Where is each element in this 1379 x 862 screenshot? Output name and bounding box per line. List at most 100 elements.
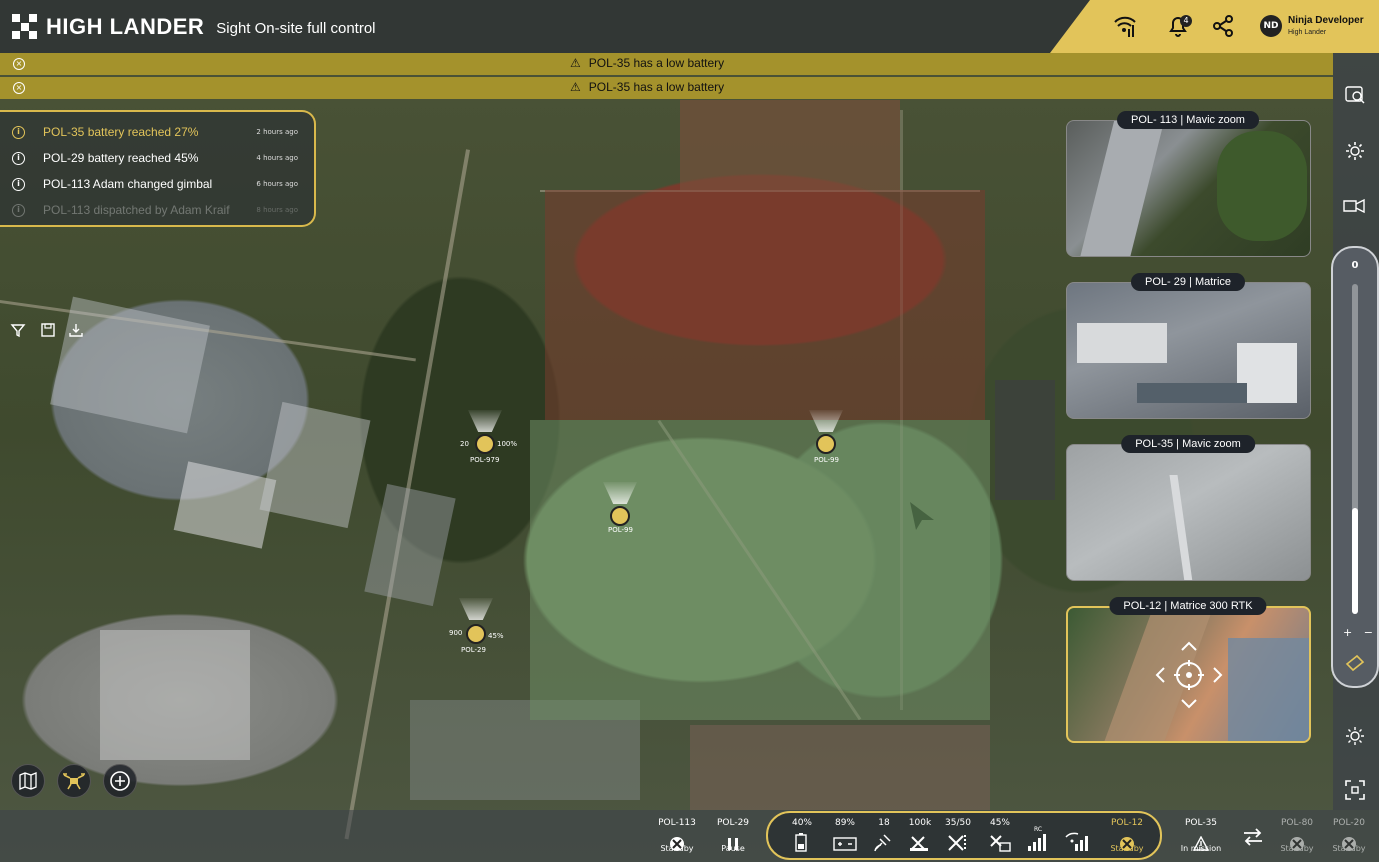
drone-label: POL-29 <box>461 646 486 654</box>
fullscreen-icon[interactable] <box>1345 780 1365 800</box>
drone-left-value: 20 <box>460 440 469 448</box>
storage-icon <box>990 835 1011 852</box>
notification-text: POL-113 dispatched by Adam Kraif <box>43 203 230 217</box>
ratio-stat: 35/50 <box>940 818 976 851</box>
notification-time: 2 hours ago <box>256 128 298 136</box>
video-feed-active[interactable] <box>1066 606 1311 743</box>
notification-text: POL-113 Adam changed gimbal <box>43 177 213 191</box>
drone-standby-icon <box>1120 837 1134 851</box>
grid-icon <box>948 835 966 851</box>
wifi-signal-icon <box>1065 832 1088 851</box>
drone-id: POL-20 <box>1332 818 1366 828</box>
notification-time: 8 hours ago <box>256 206 298 214</box>
drone-standby-icon <box>670 837 684 851</box>
settings-gear-icon[interactable] <box>1344 140 1366 162</box>
close-icon[interactable]: × <box>13 58 25 70</box>
notification-item[interactable]: i POL-113 Adam changed gimbal 6 hours ag… <box>12 174 302 194</box>
drone-label: POL-99 <box>608 526 633 534</box>
camera-icon[interactable] <box>1342 196 1366 216</box>
brand[interactable]: HIGH LANDER Sight On-site full control <box>12 14 376 40</box>
drone-id: POL-29 <box>716 818 750 828</box>
info-icon: i <box>12 203 25 217</box>
info-icon: i <box>12 177 25 191</box>
zoom-in-button[interactable]: + <box>1343 626 1352 639</box>
brand-name: HIGH LANDER <box>46 14 205 39</box>
zoom-slider-panel[interactable]: 0 + − <box>1331 246 1379 688</box>
drone-status-item[interactable]: POL-35 In mission <box>1176 818 1226 853</box>
zoom-slider-fill <box>1352 508 1358 614</box>
battery-stat: 40% <box>784 818 820 852</box>
add-button[interactable] <box>103 764 137 798</box>
plus-circle-icon <box>110 771 130 791</box>
info-icon: i <box>12 125 25 139</box>
drone-id: POL-80 <box>1280 818 1314 828</box>
notification-count-badge: 4 <box>1180 15 1192 27</box>
alert-message: POL-35 has a low battery <box>588 56 725 70</box>
notification-item[interactable]: i POL-29 battery reached 45% 4 hours ago <box>12 148 302 168</box>
video-feed[interactable] <box>1066 120 1311 257</box>
warning-icon: ⚠ <box>570 56 581 70</box>
drone-left-value: 900 <box>449 629 463 637</box>
remote-battery-icon <box>833 837 857 851</box>
satellite-icon <box>874 834 891 852</box>
warning-icon <box>1193 836 1209 851</box>
share-icon[interactable] <box>1210 13 1236 39</box>
notification-time: 6 hours ago <box>256 180 298 188</box>
feed-label: POL- 113 | Mavic zoom <box>1117 111 1259 129</box>
avatar[interactable]: ND <box>1260 15 1282 37</box>
brand-subtitle: Sight On-site full control <box>216 20 376 37</box>
drone-right-value: 45% <box>488 632 504 640</box>
notification-panel[interactable]: i POL-35 battery reached 27% 2 hours ago… <box>0 110 316 227</box>
map-icon <box>19 772 37 790</box>
rc-signal-stat: RC <box>1020 826 1056 851</box>
close-icon[interactable]: × <box>13 82 25 94</box>
warning-icon: ⚠ <box>570 80 581 94</box>
zoom-slider-track[interactable] <box>1352 284 1358 614</box>
map-layers-button[interactable] <box>11 764 45 798</box>
notification-item[interactable]: i POL-35 battery reached 27% 2 hours ago <box>12 122 302 142</box>
drones-button[interactable] <box>57 764 91 798</box>
save-icon[interactable] <box>40 322 56 338</box>
user-name[interactable]: Ninja Developer <box>1288 15 1364 26</box>
brand-logo-icon <box>12 14 38 40</box>
alert-message: POL-35 has a low battery <box>588 80 725 94</box>
zoom-value: 0 <box>1351 260 1359 271</box>
notification-time: 4 hours ago <box>256 154 298 162</box>
drone-status-item[interactable]: POL-29 Pause <box>708 818 758 853</box>
drone-id: POL-113 <box>658 818 696 828</box>
alert-banner: × ⚠ POL-35 has a low battery <box>0 77 1333 99</box>
zoom-out-button[interactable]: − <box>1364 626 1373 639</box>
rc-signal-icon <box>1028 834 1046 851</box>
notification-item[interactable]: i POL-113 dispatched by Adam Kraif 8 hou… <box>12 200 302 220</box>
drone-status-item[interactable]: POL-20 Standby <box>1324 818 1374 853</box>
drone-standby-icon <box>1342 837 1356 851</box>
drone-status-item[interactable]: POL-80 Standby <box>1272 818 1322 853</box>
feed-label: POL-35 | Mavic zoom <box>1121 435 1255 453</box>
gimbal-control-icon[interactable] <box>1154 640 1224 710</box>
swap-icon[interactable] <box>1240 826 1266 848</box>
active-drone-id: POL-12 <box>1110 818 1144 828</box>
feed-label: POL- 29 | Matrice <box>1130 273 1246 291</box>
filter-icon[interactable] <box>10 322 26 338</box>
satellites-stat: 18 <box>866 818 902 852</box>
video-feed[interactable] <box>1066 444 1311 581</box>
signal-icon[interactable] <box>1112 13 1138 39</box>
drone-status-item[interactable]: POL-113 Standby <box>652 818 702 853</box>
drone-icon <box>63 773 85 790</box>
map-search-icon[interactable] <box>1344 84 1366 106</box>
remote-battery-stat: 89% <box>827 818 863 851</box>
distance-stat: 100k <box>902 818 938 851</box>
battery-icon <box>795 833 807 852</box>
user-role: High Lander <box>1288 29 1327 36</box>
download-icon[interactable] <box>68 322 84 338</box>
eraser-icon[interactable] <box>1345 652 1365 672</box>
notification-text: POL-35 battery reached 27% <box>43 125 199 139</box>
active-drone-item[interactable]: POL-12 Standby <box>1102 818 1152 853</box>
video-feed[interactable] <box>1066 282 1311 419</box>
drone-standby-icon <box>1290 837 1304 851</box>
drone-id: POL-35 <box>1184 818 1218 828</box>
distance-icon <box>910 836 928 851</box>
info-icon: i <box>12 151 25 165</box>
brightness-icon[interactable] <box>1345 726 1365 746</box>
drone-label: POL-99 <box>814 456 839 464</box>
